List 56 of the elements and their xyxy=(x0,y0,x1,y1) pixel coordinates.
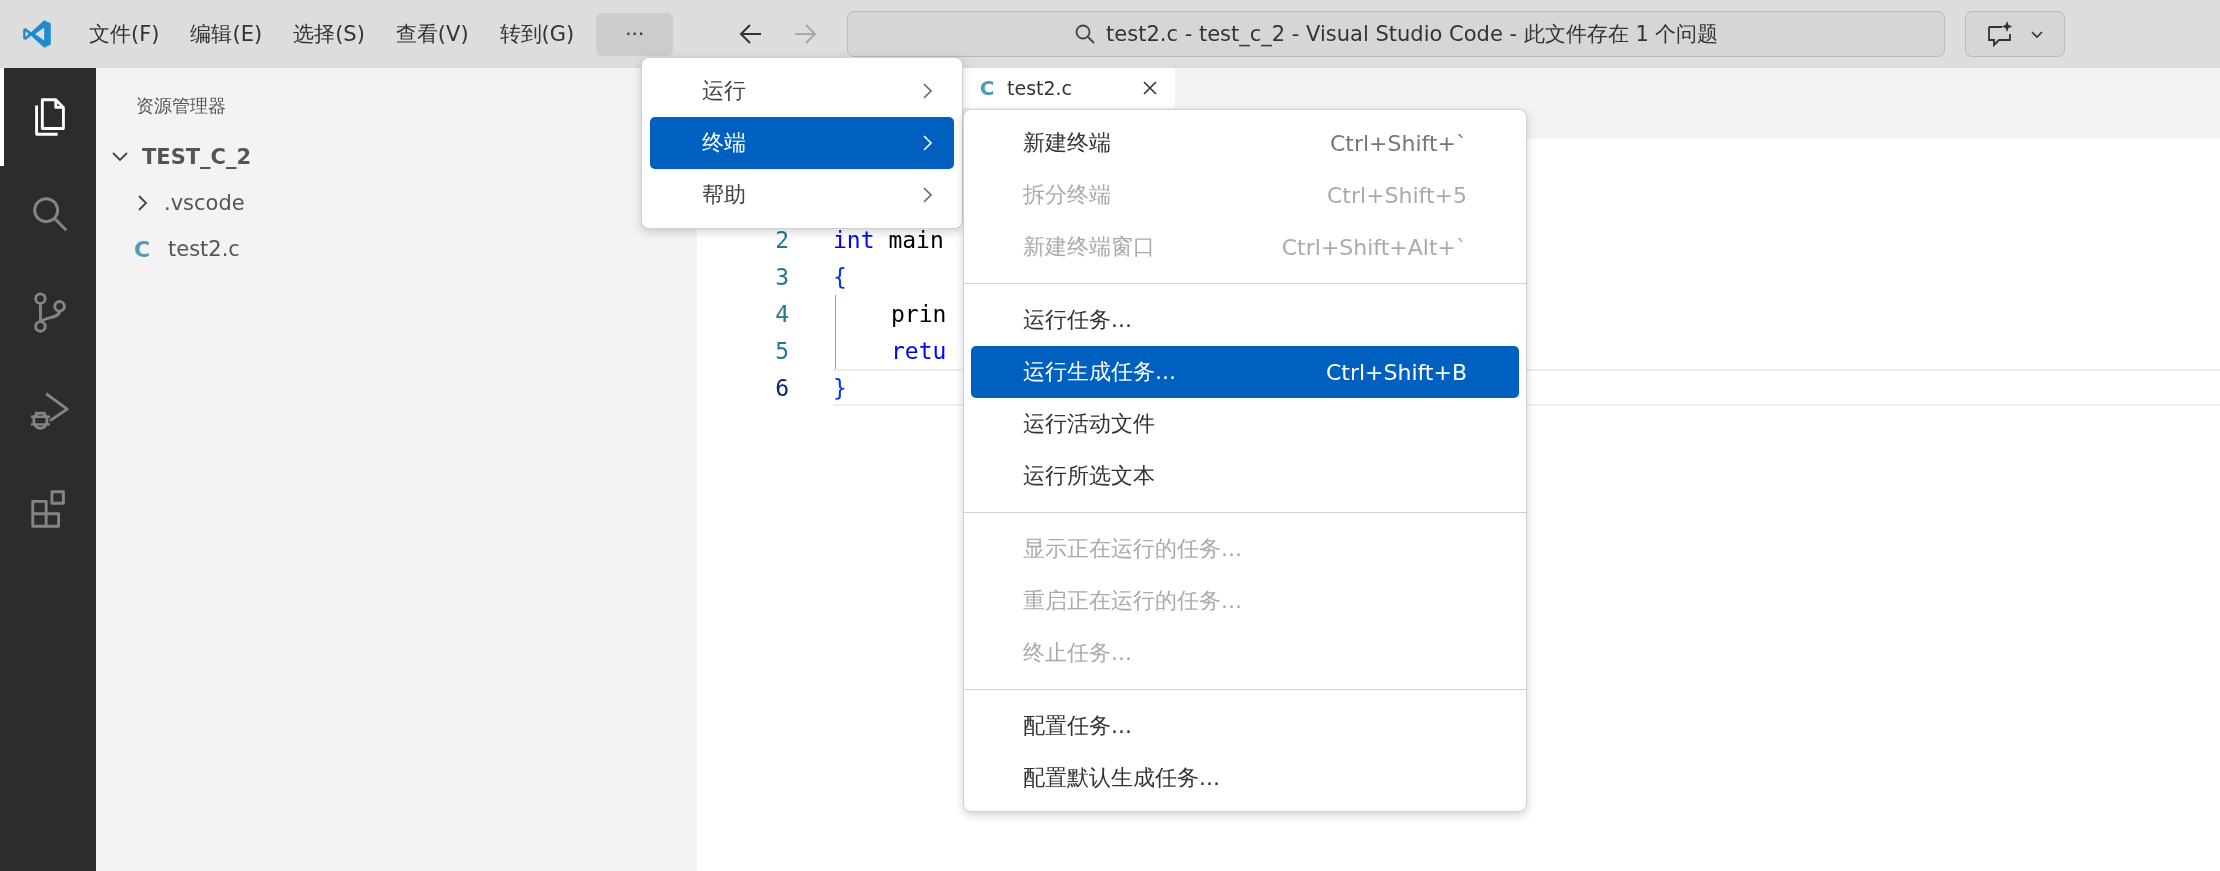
menu-item-label: 新建终端 xyxy=(1023,129,1112,157)
folder-name[interactable]: TEST_C_2 xyxy=(142,145,252,169)
menu-item-label: 重启正在运行的任务... xyxy=(1023,587,1243,615)
menu-item-label: 运行活动文件 xyxy=(1023,410,1156,438)
shortcut-label: Ctrl+Shift+` xyxy=(1329,130,1467,156)
file-item[interactable]: test2.c xyxy=(168,237,240,261)
menu-item[interactable]: 运行所选文本 xyxy=(971,450,1519,502)
menu-item-label: 新建终端窗口 xyxy=(1023,233,1156,261)
line-number: 3 xyxy=(774,263,789,290)
menu-item[interactable]: 终端 xyxy=(650,117,954,169)
menu-item[interactable]: 配置任务... xyxy=(971,700,1519,752)
menu-item[interactable]: 帮助 xyxy=(650,169,954,221)
shortcut-label: Ctrl+Shift+5 xyxy=(1327,182,1467,208)
menu-item[interactable]: 运行任务... xyxy=(971,294,1519,346)
code-text: } xyxy=(833,374,847,401)
sidebar-title: 资源管理器 xyxy=(135,94,227,116)
shortcut-label: Ctrl+Shift+B xyxy=(1325,359,1467,385)
window-title: test2.c - test_c_2 - Visual Studio Code - 此文件存在 1 个问题 xyxy=(1106,21,1719,48)
menu-bar-item[interactable]: 查看(V) xyxy=(382,14,482,54)
menu-item-label: 运行所选文本 xyxy=(1023,462,1156,490)
folder-item[interactable]: .vscode xyxy=(164,191,245,215)
code-text: prin xyxy=(891,300,947,327)
file-type-icon: C xyxy=(977,76,997,100)
line-number: 5 xyxy=(774,337,789,364)
editor-tab[interactable]: C test2.c xyxy=(963,68,1175,108)
line-number: 6 xyxy=(774,374,789,401)
file-type-icon: C xyxy=(132,236,152,262)
menu-item-label: 配置默认生成任务... xyxy=(1023,764,1221,792)
menu-item-label: 拆分终端 xyxy=(1023,181,1112,209)
menu-bar-item[interactable]: 文件(F) xyxy=(76,14,173,54)
menu-item[interactable]: 配置默认生成任务... xyxy=(971,752,1519,804)
menu-item[interactable]: 运行生成任务... Ctrl+Shift+B xyxy=(971,346,1519,398)
menu-item-label: 终止任务... xyxy=(1023,639,1133,667)
menu-item[interactable]: 新建终端 Ctrl+Shift+` xyxy=(971,117,1519,169)
code-text: retu xyxy=(891,337,947,364)
code-text: int main xyxy=(833,226,944,253)
tab-label: test2.c xyxy=(1007,77,1073,99)
line-number: 4 xyxy=(774,300,789,327)
menu-bar-item[interactable]: 转到(G) xyxy=(486,14,588,54)
menu-item-label: 配置任务... xyxy=(1023,712,1133,740)
more-menu-button[interactable]: ··· xyxy=(596,12,674,56)
close-icon[interactable] xyxy=(1141,79,1159,97)
menu-bar-item[interactable]: 编辑(E) xyxy=(177,14,276,54)
line-number: 2 xyxy=(774,226,789,253)
code-text: { xyxy=(833,263,847,290)
menu-item[interactable]: 运行活动文件 xyxy=(971,398,1519,450)
menu-item-label: 运行生成任务... xyxy=(1023,358,1177,386)
chat-button[interactable] xyxy=(1965,11,2066,57)
menu-item-label: 显示正在运行的任务... xyxy=(1023,535,1243,563)
app-logo-icon xyxy=(22,19,52,49)
search-icon xyxy=(1074,23,1097,45)
menu-bar-item[interactable]: 选择(S) xyxy=(280,14,378,54)
shortcut-label: Ctrl+Shift+Alt+` xyxy=(1281,234,1467,260)
menu-item[interactable]: 运行 xyxy=(650,65,954,117)
command-center-field[interactable]: test2.c - test_c_2 - Visual Studio Code - 此文件存在 1 个问题 xyxy=(847,11,1946,57)
menu-item-label: 运行任务... xyxy=(1023,306,1133,334)
